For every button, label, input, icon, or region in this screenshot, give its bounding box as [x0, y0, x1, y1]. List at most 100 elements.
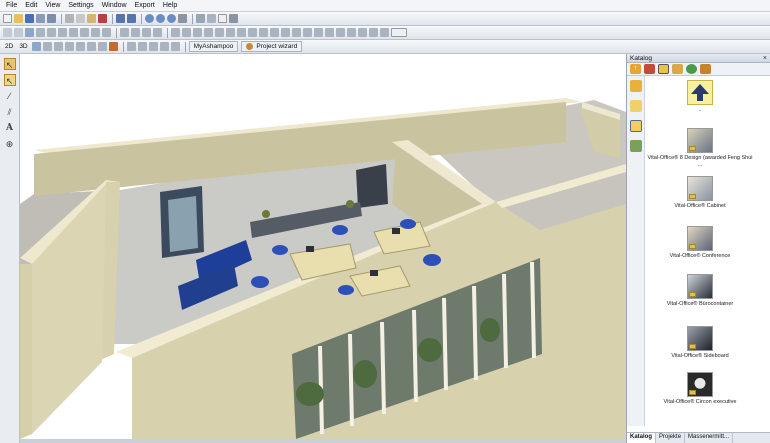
- hatch-icon[interactable]: ⫽: [4, 106, 16, 118]
- quality-icon[interactable]: [325, 28, 334, 37]
- sun-icon[interactable]: [303, 28, 312, 37]
- video-icon[interactable]: [270, 28, 279, 37]
- catalog-item-8-design[interactable]: Vital-Office® 8 Design (awarded Feng Shu…: [645, 128, 755, 168]
- rotate-icon[interactable]: [170, 42, 180, 51]
- catalog-item-cabinet[interactable]: Vital-Office® Cabinet: [645, 176, 755, 210]
- plan-icon[interactable]: [171, 28, 180, 37]
- light-icon[interactable]: [131, 28, 140, 37]
- fly-icon[interactable]: [237, 28, 246, 37]
- split-2d3d-icon[interactable]: [31, 42, 41, 51]
- catalog-open-folder-icon[interactable]: [629, 120, 642, 132]
- textured-icon[interactable]: [369, 28, 378, 37]
- close-icon[interactable]: ×: [763, 54, 767, 63]
- select-pointer-icon[interactable]: ↖: [3, 58, 16, 70]
- select-arrow-icon[interactable]: ↖: [3, 74, 16, 86]
- menu-edit[interactable]: Edit: [25, 2, 37, 9]
- settings-icon[interactable]: [229, 14, 238, 23]
- dimension-icon[interactable]: [137, 42, 147, 51]
- shaded-icon[interactable]: [358, 28, 367, 37]
- menu-export[interactable]: Export: [135, 2, 155, 9]
- catalog-item-circon[interactable]: Vital-Office® Circon executive: [645, 372, 755, 406]
- orbit-icon[interactable]: [248, 28, 257, 37]
- grid-icon[interactable]: [3, 28, 12, 37]
- terrain-icon[interactable]: [108, 42, 118, 51]
- split-view-icon[interactable]: [204, 28, 213, 37]
- globe-icon[interactable]: [686, 64, 697, 74]
- view-2d-button[interactable]: 2D: [5, 43, 13, 50]
- new-file-icon[interactable]: [3, 14, 12, 23]
- window-icon[interactable]: [91, 28, 100, 37]
- zoom-fit-icon[interactable]: [178, 14, 187, 23]
- catalog-item-burocontainer[interactable]: Vital-Office® Bürocontainer: [645, 274, 755, 308]
- room-icon[interactable]: [53, 42, 63, 51]
- more-icon[interactable]: [380, 28, 389, 37]
- zoom-search-icon[interactable]: [145, 14, 154, 23]
- save-as-icon[interactable]: [36, 14, 45, 23]
- crosshair-icon[interactable]: ⊕: [4, 138, 16, 150]
- myashampoo-button[interactable]: MyAshampoo: [188, 41, 239, 52]
- tab-projekte[interactable]: Projekte: [656, 433, 686, 443]
- up-folder-icon[interactable]: ↑: [630, 64, 641, 74]
- column-icon[interactable]: [75, 42, 85, 51]
- menu-view[interactable]: View: [45, 2, 60, 9]
- zoom-in-icon[interactable]: [156, 14, 165, 23]
- delete-icon[interactable]: [98, 14, 107, 23]
- catalog-item-sideboard[interactable]: Vital-Office® Sideboard: [645, 326, 755, 360]
- menu-window[interactable]: Window: [102, 2, 127, 9]
- screenshot-icon[interactable]: [292, 28, 301, 37]
- opening-icon[interactable]: [97, 42, 107, 51]
- walk-icon[interactable]: [226, 28, 235, 37]
- refresh-icon[interactable]: [207, 14, 216, 23]
- door-icon[interactable]: [102, 28, 111, 37]
- stairs-icon[interactable]: [80, 28, 89, 37]
- 2d-symbol-icon[interactable]: [700, 64, 711, 74]
- cut-icon[interactable]: [65, 14, 74, 23]
- dropdown-icon[interactable]: [391, 28, 407, 37]
- 3d-viewport[interactable]: [20, 54, 626, 439]
- camera-icon[interactable]: [120, 28, 129, 37]
- wireframe-icon[interactable]: [336, 28, 345, 37]
- text-tool-icon[interactable]: A: [4, 122, 16, 134]
- pan-icon[interactable]: [259, 28, 268, 37]
- tab-massenermittlung[interactable]: Massenermitt...: [685, 433, 734, 443]
- polyline-icon[interactable]: ⁄: [4, 90, 16, 102]
- layer-icon[interactable]: [36, 28, 45, 37]
- zoom-out-icon[interactable]: [167, 14, 176, 23]
- menu-file[interactable]: File: [6, 2, 17, 9]
- furniture-icon[interactable]: [644, 64, 655, 74]
- close-tool-icon[interactable]: [148, 42, 158, 51]
- redo-icon[interactable]: [127, 14, 136, 23]
- tab-katalog[interactable]: Katalog: [627, 433, 657, 443]
- catalog-list-icon[interactable]: [629, 80, 642, 92]
- open-folder-icon[interactable]: [14, 14, 23, 23]
- elevation-icon[interactable]: [193, 28, 202, 37]
- menu-settings[interactable]: Settings: [68, 2, 93, 9]
- export-image-icon[interactable]: [281, 28, 290, 37]
- view-3d-button[interactable]: 3D: [19, 43, 27, 50]
- undo-icon[interactable]: [116, 14, 125, 23]
- save-icon[interactable]: [25, 14, 34, 23]
- texture-icon[interactable]: [142, 28, 151, 37]
- ceiling-icon[interactable]: [64, 42, 74, 51]
- print-icon[interactable]: [47, 14, 56, 23]
- wall-draw-icon[interactable]: [42, 42, 52, 51]
- catalog-folder-icon[interactable]: [629, 100, 642, 112]
- copy-icon[interactable]: [76, 14, 85, 23]
- menu-help[interactable]: Help: [163, 2, 177, 9]
- section-icon[interactable]: [182, 28, 191, 37]
- hidden-line-icon[interactable]: [347, 28, 356, 37]
- render-icon[interactable]: [153, 28, 162, 37]
- snap-icon[interactable]: [14, 28, 23, 37]
- measure-icon[interactable]: [25, 28, 34, 37]
- tools-icon[interactable]: [126, 42, 136, 51]
- project-wizard-button[interactable]: Project wizard: [241, 41, 303, 52]
- paste-icon[interactable]: [87, 14, 96, 23]
- mirror-icon[interactable]: [159, 42, 169, 51]
- beam-icon[interactable]: [86, 42, 96, 51]
- shadow-icon[interactable]: [314, 28, 323, 37]
- perspective-icon[interactable]: [215, 28, 224, 37]
- catalog-item-conference[interactable]: Vital-Office® Conference: [645, 226, 755, 260]
- floor-icon[interactable]: [47, 28, 56, 37]
- catalog-tree-icon[interactable]: [629, 140, 642, 152]
- wall-icon[interactable]: [58, 28, 67, 37]
